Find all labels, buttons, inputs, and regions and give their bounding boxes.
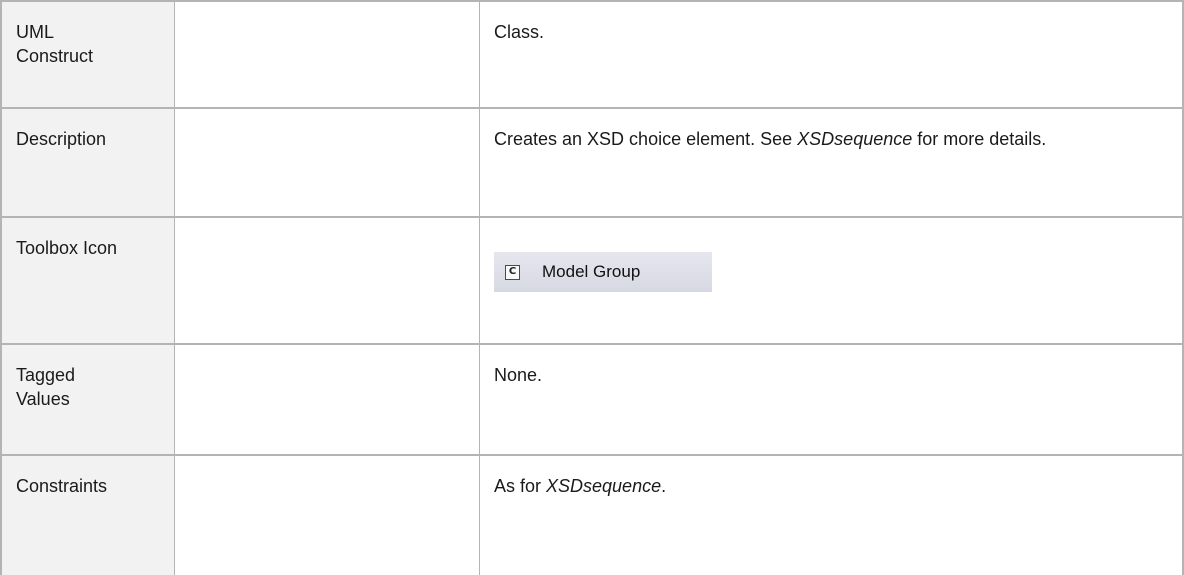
row-value: Class. [494, 22, 545, 42]
row-label-line1: Tagged [16, 365, 76, 385]
value-text: As for [494, 476, 547, 496]
value-emphasis: XSDsequence [797, 129, 913, 149]
table-row-description: Description Creates an XSD choice elemen… [0, 107, 1184, 217]
label-cell: Constraints [0, 454, 175, 575]
value-cell: Class. [479, 0, 1184, 108]
row-value: Creates an XSD choice element. See XSDse… [480, 109, 1182, 151]
value-text: . [661, 476, 667, 496]
label-cell: Tagged Values [0, 343, 175, 455]
class-icon: C [505, 264, 520, 280]
row-value: As for XSDsequence. [480, 456, 1182, 498]
table-row-tagged-values: Tagged Values None. [0, 343, 1184, 455]
value-emphasis: XSDsequence [546, 476, 662, 496]
blank-cell [174, 0, 480, 108]
row-label: Constraints [16, 476, 108, 496]
blank-cell [174, 216, 480, 344]
table-row-uml-construct: UML Construct Class. [0, 0, 1184, 108]
value-cell: None. [479, 343, 1184, 455]
value-text: Creates an XSD choice element. See [494, 129, 798, 149]
table-row-constraints: Constraints As for XSDsequence. [0, 454, 1184, 575]
properties-table: UML Construct Class. Description Creates… [0, 0, 1184, 575]
blank-cell [174, 107, 480, 217]
row-label-line2: Construct [16, 46, 94, 66]
value-cell: As for XSDsequence. [479, 454, 1184, 575]
row-label-line1: UML [16, 22, 55, 42]
toolbox-model-group-item: C Model Group [494, 252, 712, 292]
row-value: None. [494, 365, 543, 385]
value-text: for more details. [912, 129, 1047, 149]
value-cell: C Model Group [479, 216, 1184, 344]
label-cell: Toolbox Icon [0, 216, 175, 344]
row-label: Description [16, 129, 107, 149]
toolbox-item-label: Model Group [542, 262, 641, 281]
label-cell: Description [0, 107, 175, 217]
row-label-line2: Values [16, 389, 70, 409]
blank-cell [174, 454, 480, 575]
value-cell: Creates an XSD choice element. See XSDse… [479, 107, 1184, 217]
row-label: Toolbox Icon [16, 238, 118, 258]
label-cell: UML Construct [0, 0, 175, 108]
table-row-toolbox-icon: Toolbox Icon C Model Group [0, 216, 1184, 344]
blank-cell [174, 343, 480, 455]
